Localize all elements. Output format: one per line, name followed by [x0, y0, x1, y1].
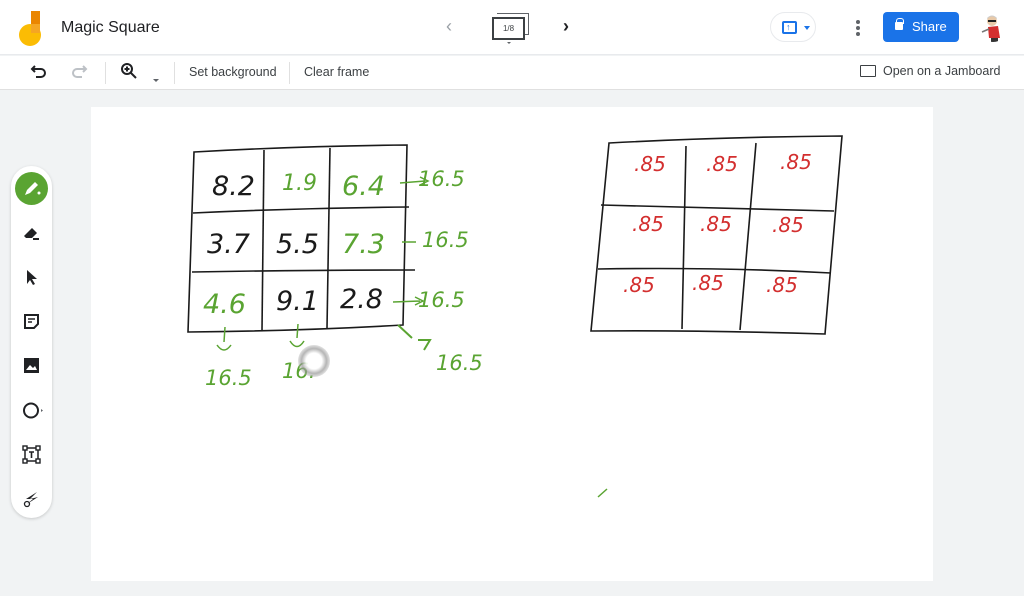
chevron-down-icon: [507, 42, 511, 44]
zoom-dropdown[interactable]: [152, 69, 160, 91]
top-bar: Magic Square ‹ 1/8 › ↑ Share: [0, 0, 1024, 55]
image-icon: [24, 358, 39, 373]
undo-icon: [30, 65, 46, 78]
chevron-down-icon: [804, 26, 810, 30]
select-tool-button[interactable]: [15, 261, 48, 294]
sticky-note-tool-button[interactable]: [15, 305, 48, 338]
share-button[interactable]: Share: [883, 12, 959, 42]
toolbar: Set background Clear frame Open on a Jam…: [0, 56, 1024, 90]
avatar[interactable]: [978, 12, 1008, 42]
eraser-icon: [24, 228, 39, 240]
image-tool-button[interactable]: [15, 349, 48, 382]
previous-frame-button[interactable]: ‹: [446, 16, 464, 38]
cast-icon: [860, 65, 876, 77]
present-button[interactable]: ↑: [770, 12, 816, 42]
chevron-down-icon: [153, 79, 159, 82]
eraser-tool-button[interactable]: [15, 217, 48, 250]
frame-count: 1/8: [492, 17, 525, 40]
undo-button[interactable]: [30, 62, 48, 84]
shape-tool-button[interactable]: [15, 394, 48, 427]
laser-pointer-cursor: [298, 345, 330, 377]
next-frame-button[interactable]: ›: [563, 16, 581, 38]
circle-shape-icon: [23, 402, 43, 419]
set-background-button[interactable]: Set background: [189, 65, 277, 79]
share-label: Share: [912, 19, 947, 34]
more-options-button[interactable]: [850, 16, 866, 38]
clear-frame-button[interactable]: Clear frame: [304, 65, 369, 79]
redo-button[interactable]: [70, 62, 88, 84]
cursor-arrow-icon: [27, 270, 37, 285]
laser-icon: [23, 492, 38, 508]
jamboard-logo[interactable]: [19, 11, 45, 46]
present-icon: ↑: [782, 21, 797, 34]
pen-tool-button[interactable]: [15, 172, 48, 205]
text-box-tool-button[interactable]: [15, 438, 48, 471]
pen-icon: [25, 182, 41, 195]
text-box-icon: [22, 445, 41, 464]
document-title[interactable]: Magic Square: [61, 19, 160, 37]
laser-tool-button[interactable]: [15, 482, 48, 515]
tool-sidebar: [11, 166, 52, 518]
zoom-in-icon: [121, 63, 137, 79]
redo-icon: [72, 65, 88, 78]
frame-indicator[interactable]: 1/8: [490, 13, 534, 47]
whiteboard-canvas[interactable]: [91, 107, 933, 581]
sticky-note-icon: [24, 314, 39, 329]
zoom-button[interactable]: [120, 62, 138, 84]
lock-icon: [895, 18, 904, 30]
